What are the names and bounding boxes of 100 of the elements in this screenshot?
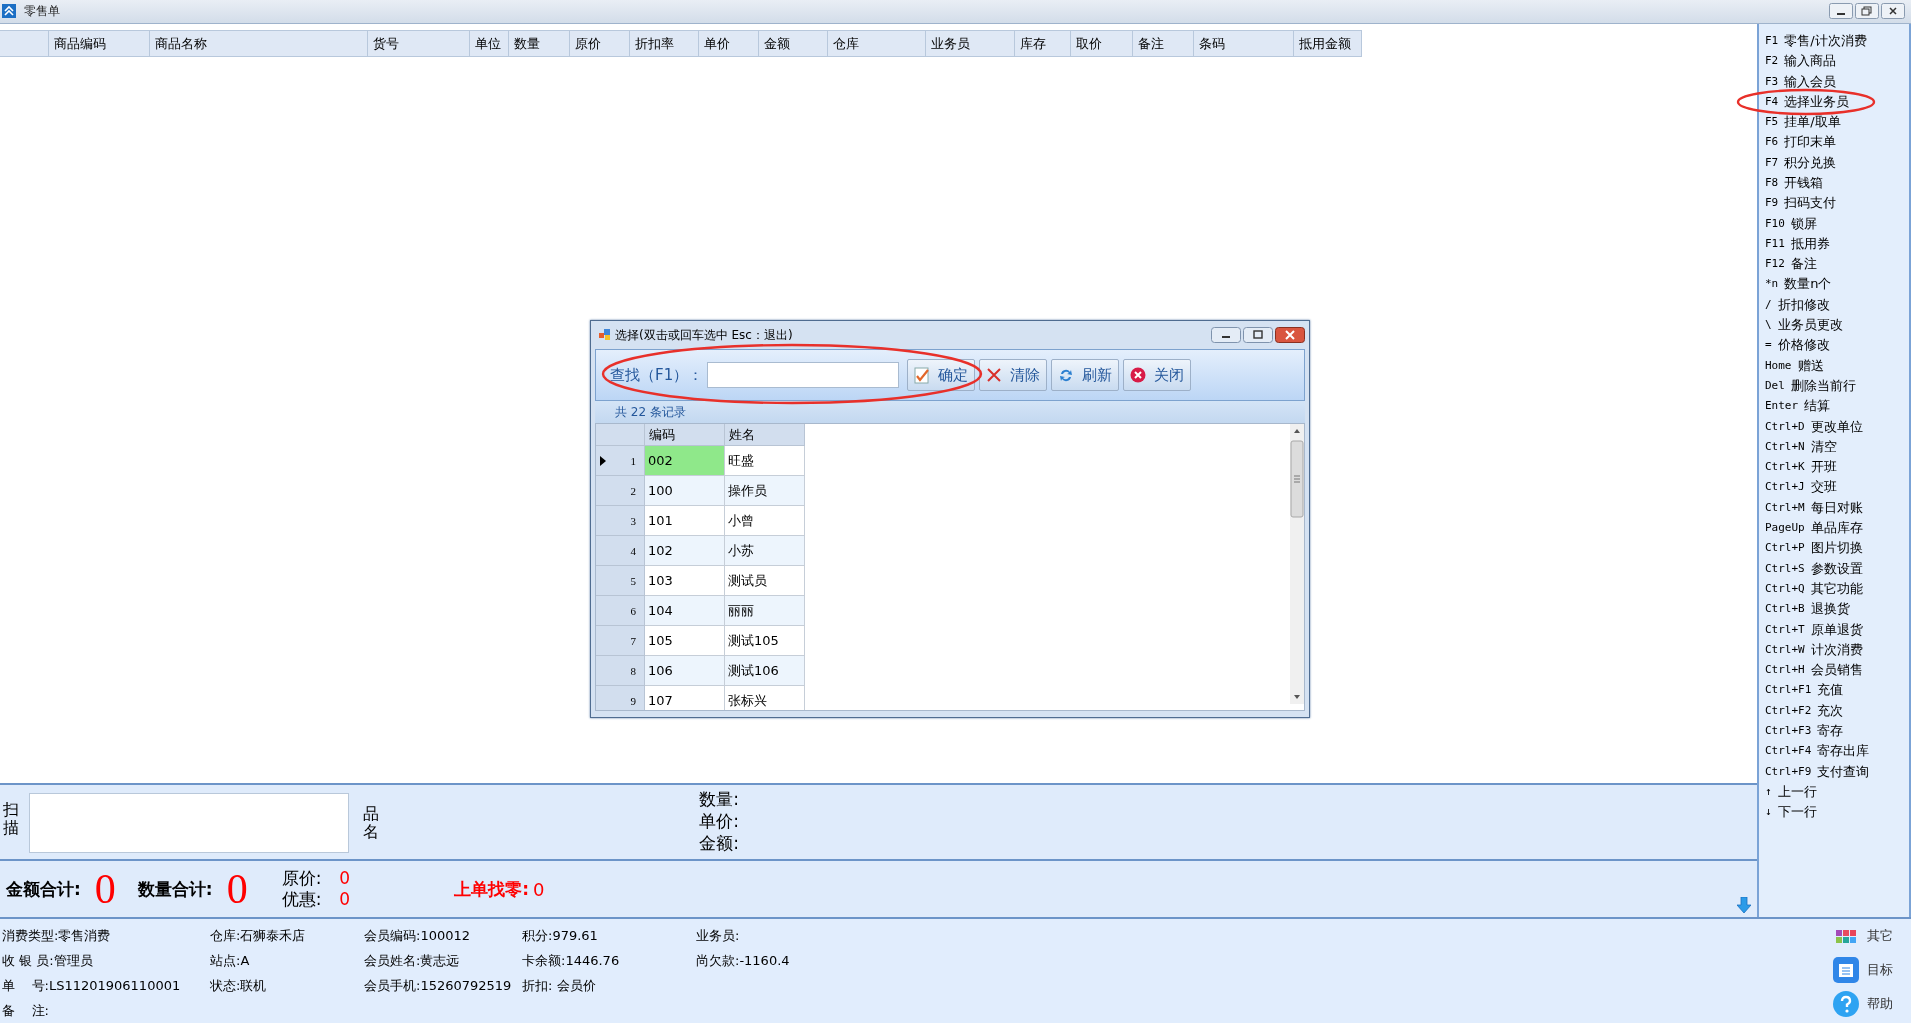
table-cell[interactable]: 张标兴 — [725, 686, 805, 710]
row-header[interactable]: 9 — [596, 686, 645, 710]
info-value: 1446.76 — [565, 953, 620, 968]
column-header: 库存 — [1015, 30, 1071, 56]
column-header: 金额 — [759, 30, 828, 56]
app-grid-icon — [1833, 929, 1859, 943]
minimize-icon[interactable] — [1211, 327, 1241, 343]
table-cell[interactable]: 107 — [645, 686, 725, 710]
row-header[interactable]: 8 — [596, 656, 645, 686]
shortcut-label: 抵用券 — [1790, 234, 1830, 253]
shortcut-key: Ctrl+F2 — [1765, 700, 1812, 721]
shortcut-label: 删除当前行 — [1790, 376, 1856, 395]
info-label: 会员姓名: — [364, 953, 421, 968]
shortcut-label: 折扣修改 — [1777, 295, 1830, 314]
shortcut-key: F7 — [1765, 152, 1779, 173]
table-cell[interactable]: 100 — [645, 476, 725, 506]
shortcut-label: 锁屏 — [1790, 214, 1817, 233]
column-header: 取价 — [1071, 30, 1133, 56]
info-value: 管理员 — [53, 953, 93, 968]
shortcut-key: Ctrl+F1 — [1765, 680, 1812, 701]
column-header: 单位 — [470, 30, 509, 56]
shortcut-key: F3 — [1765, 71, 1779, 92]
row-header[interactable]: 6 — [596, 596, 645, 626]
shortcut-key: ↑ — [1765, 781, 1772, 803]
column-header: 折扣率 — [630, 30, 699, 56]
table-cell[interactable]: 104 — [645, 596, 725, 626]
shortcut-key: Ctrl+D — [1765, 416, 1805, 437]
close-button[interactable]: 关闭 — [1123, 359, 1192, 391]
search-field[interactable] — [707, 362, 900, 388]
help-icon — [1833, 991, 1859, 1017]
discount-value: 0 — [339, 889, 351, 910]
table-cell[interactable]: 测试106 — [725, 656, 805, 686]
shortcut-label: 开钱箱 — [1784, 174, 1824, 192]
shortcut-label: 会员销售 — [1810, 661, 1863, 680]
column-header: 商品编码 — [49, 30, 150, 56]
info-label: 单 号: — [2, 978, 49, 993]
shortcut-key: Ctrl+M — [1765, 497, 1805, 519]
discount-label: 优惠: — [281, 889, 322, 910]
shortcut-label: 下一行 — [1777, 803, 1817, 822]
shortcut-key: F5 — [1765, 112, 1779, 133]
shortcut-key: Ctrl+B — [1765, 599, 1805, 620]
column-header: 货号 — [368, 30, 470, 56]
table-cell[interactable]: 102 — [645, 536, 725, 566]
shortcut-key: Ctrl+N — [1765, 436, 1805, 458]
column-header: 单价 — [699, 30, 759, 56]
scrollbar-icon[interactable] — [1290, 424, 1304, 704]
row-header[interactable]: 3 — [596, 506, 645, 536]
last-change-value: 0 — [533, 878, 545, 900]
row-number: 9 — [630, 694, 636, 707]
shortcut-key: F1 — [1765, 30, 1779, 52]
table-cell[interactable]: 106 — [645, 656, 725, 686]
row-header[interactable]: 5 — [596, 566, 645, 596]
refresh-button[interactable]: 刷新 — [1051, 359, 1120, 391]
shortcut-key: = — [1765, 335, 1772, 356]
shortcut-label: 赠送 — [1797, 356, 1824, 375]
maximize-icon[interactable] — [1243, 327, 1273, 343]
clear-button[interactable]: 清除 — [979, 359, 1048, 391]
down-arrow-icon[interactable] — [1737, 897, 1751, 913]
table-cell[interactable]: 002 — [645, 446, 725, 476]
table-cell[interactable]: 丽丽 — [725, 596, 805, 626]
quantity-total-value: 0 — [226, 868, 248, 910]
table-cell[interactable]: 小苏 — [725, 536, 805, 566]
column-header: 商品名称 — [150, 30, 368, 56]
row-header[interactable]: 1 — [596, 446, 645, 476]
record-count: 共 22 条记录 — [595, 401, 1305, 423]
info-value: 15260792519 — [420, 978, 512, 993]
ok-button[interactable]: 确定 — [907, 359, 976, 391]
minimize-icon[interactable] — [1829, 3, 1853, 20]
info-label: 消费类型: — [2, 928, 59, 943]
info-label: 尚欠款: — [696, 953, 740, 968]
column-header: 条码 — [1194, 30, 1294, 56]
shortcut-key: F8 — [1765, 173, 1779, 194]
shortcut-key: \ — [1765, 315, 1772, 336]
close-icon[interactable] — [1881, 3, 1905, 20]
scan-input[interactable] — [29, 793, 349, 853]
restore-icon[interactable] — [1855, 3, 1879, 20]
table-cell[interactable]: 操作员 — [725, 476, 805, 506]
original-price-value: 0 — [339, 868, 351, 889]
calendar-icon — [1833, 957, 1859, 983]
side-button[interactable]: 其它 — [1833, 923, 1893, 949]
product-name-label: 品名 — [363, 805, 379, 841]
shortcut-label: 每日对账 — [1810, 498, 1863, 517]
row-header[interactable]: 4 — [596, 536, 645, 566]
info-label: 仓库: — [210, 928, 241, 943]
dialog-title: 选择(双击或回车选中 Esc：退出) — [615, 326, 793, 344]
shortcut-label: 开班 — [1810, 458, 1837, 477]
window-title: 零售单 — [24, 2, 60, 20]
row-header[interactable]: 2 — [596, 476, 645, 506]
close-icon[interactable] — [1275, 327, 1305, 343]
row-header[interactable]: 7 — [596, 626, 645, 656]
dialog-icon — [599, 329, 611, 341]
shortcut-label: 原单退货 — [1810, 620, 1863, 639]
shortcut-key: F4 — [1765, 91, 1779, 113]
shortcut-label: 退换货 — [1810, 600, 1850, 619]
shortcut-key: Ctrl+K — [1765, 457, 1805, 478]
info-value: 零售消费 — [58, 928, 111, 943]
side-button[interactable]: 目标 — [1833, 957, 1893, 983]
column-header: 备注 — [1133, 30, 1194, 56]
shortcut-key: Ctrl+Q — [1765, 578, 1805, 600]
side-button[interactable]: 帮助 — [1833, 991, 1893, 1017]
